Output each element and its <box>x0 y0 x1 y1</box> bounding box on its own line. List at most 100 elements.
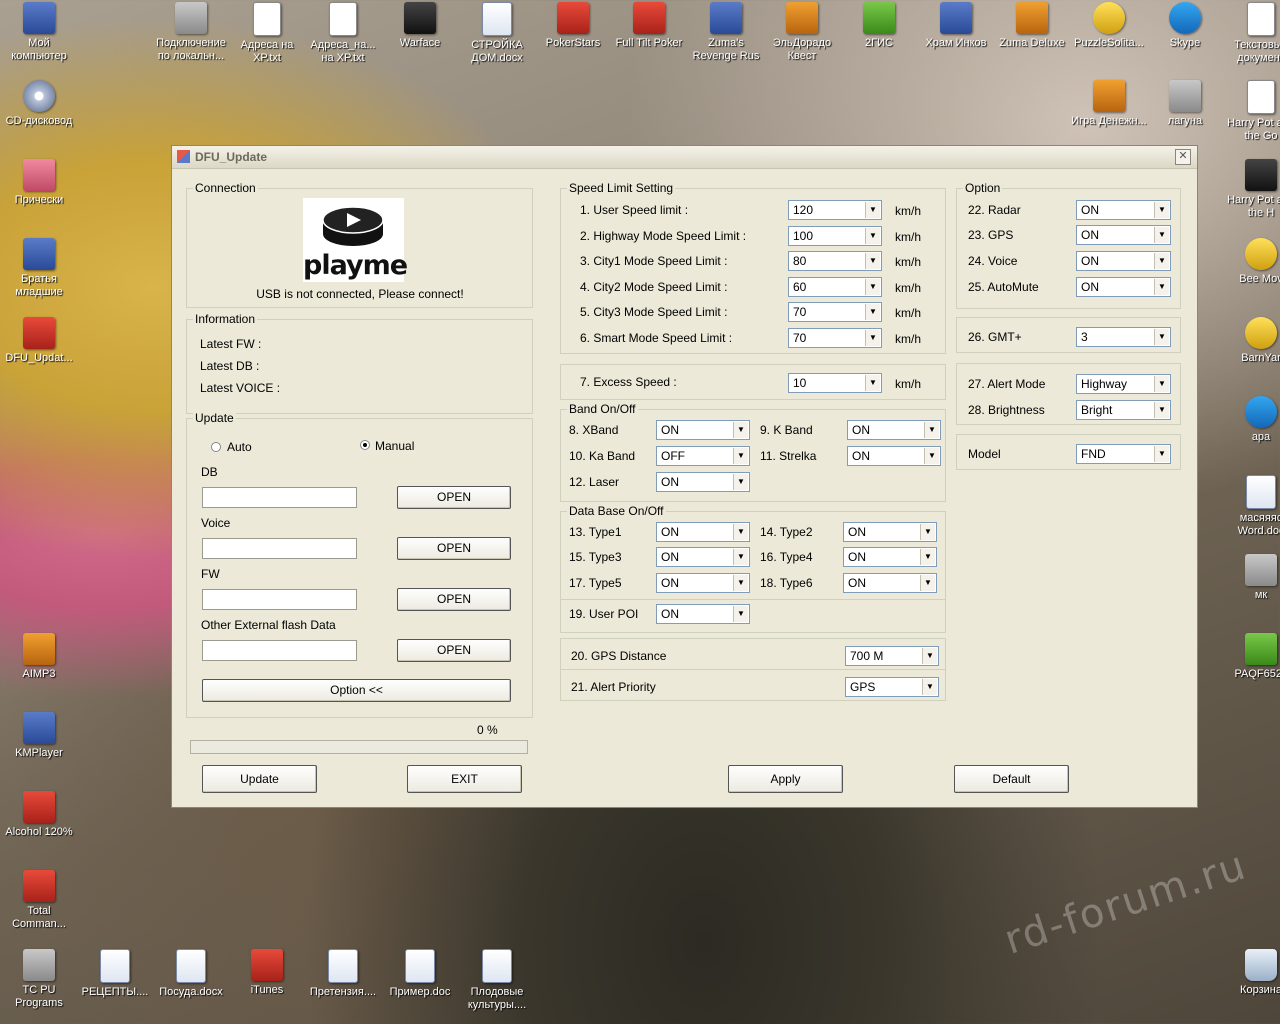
excess-speed-combo[interactable]: 10 ▼ <box>788 373 882 393</box>
desktop-icon[interactable]: Total Comman... <box>0 870 78 931</box>
desktop-icon[interactable]: 2ГИС <box>840 2 918 50</box>
desktop-icon[interactable]: Корзина <box>1222 949 1280 997</box>
option-automute-combo[interactable]: ON ▼ <box>1076 277 1171 297</box>
option-gps-combo[interactable]: ON ▼ <box>1076 225 1171 245</box>
desktop-icon[interactable]: AIMP3 <box>0 633 78 681</box>
desktop-icon[interactable]: apa <box>1222 396 1280 444</box>
speed-row-combo[interactable]: 80 ▼ <box>788 251 882 271</box>
desktop-icon[interactable]: DFU_Updat... <box>0 317 78 365</box>
desktop-icon-image <box>23 949 55 981</box>
band-strelka-combo[interactable]: ON ▼ <box>847 446 941 466</box>
desktop-icon[interactable]: лагуна <box>1146 80 1224 128</box>
desktop-icon[interactable]: PuzzleSolita... <box>1070 2 1148 50</box>
desktop-icon[interactable]: Плодовые культуры.... <box>458 949 536 1012</box>
db-type1-combo[interactable]: ON ▼ <box>656 522 750 542</box>
brightness-combo[interactable]: Bright ▼ <box>1076 400 1171 420</box>
db-type2-combo[interactable]: ON ▼ <box>843 522 937 542</box>
desktop-icon[interactable]: Warface <box>381 2 459 50</box>
desktop-icon[interactable]: Братья младшие <box>0 238 78 299</box>
speed-row-combo[interactable]: 100 ▼ <box>788 225 882 246</box>
desktop-icon[interactable]: Адреса_на... на XP.txt <box>304 2 382 65</box>
desktop-icon[interactable]: Skype <box>1146 2 1224 50</box>
fw-path-input[interactable] <box>202 589 357 610</box>
desktop-icon[interactable]: iTunes <box>228 949 306 997</box>
title-bar[interactable]: DFU_Update ✕ <box>172 146 1197 169</box>
chevron-down-icon: ▼ <box>1154 402 1169 418</box>
db-userpoi-combo[interactable]: ON ▼ <box>656 604 750 624</box>
update-button[interactable]: Update <box>202 765 317 793</box>
gps-distance-combo[interactable]: 700 M ▼ <box>845 646 939 666</box>
desktop-icon[interactable]: Прически <box>0 159 78 207</box>
desktop-icon[interactable]: Храм Инков <box>917 2 995 50</box>
model-combo[interactable]: FND ▼ <box>1076 444 1171 464</box>
alert-priority-combo[interactable]: GPS ▼ <box>845 677 939 697</box>
db-open-button[interactable]: OPEN <box>397 486 511 509</box>
voice-path-input[interactable] <box>202 538 357 559</box>
model-group: Model FND ▼ <box>956 434 1181 470</box>
database-group: Data Base On/Off 13. Type1 ON ▼ 14. Type2 ON… <box>560 504 946 633</box>
band-kaband-combo[interactable]: OFF ▼ <box>656 446 750 466</box>
desktop-icon[interactable]: масяяяс Word.doc <box>1222 475 1280 538</box>
desktop-icon[interactable]: Мой компьютер <box>0 2 78 63</box>
gmt-combo[interactable]: 3 ▼ <box>1076 327 1171 347</box>
option-voice-combo[interactable]: ON ▼ <box>1076 251 1171 271</box>
manual-radio[interactable] <box>360 440 370 450</box>
speed-row-value: 60 <box>793 279 807 294</box>
db-type3-combo[interactable]: ON ▼ <box>656 547 750 567</box>
band-xband-label: 8. XBand <box>569 423 619 437</box>
desktop-icon[interactable]: Пример.doc <box>381 949 459 999</box>
band-laser-combo[interactable]: ON ▼ <box>656 472 750 492</box>
fw-open-button[interactable]: OPEN <box>397 588 511 611</box>
desktop-icon[interactable]: мк <box>1222 554 1280 602</box>
band-xband-combo[interactable]: ON ▼ <box>656 420 750 440</box>
desktop-icon[interactable]: Alcohol 120% <box>0 791 78 839</box>
other-flash-open-button[interactable]: OPEN <box>397 639 511 662</box>
desktop-icon[interactable]: Harry Pot and the H <box>1222 159 1280 220</box>
db-type6-combo[interactable]: ON ▼ <box>843 573 937 593</box>
desktop-icon[interactable]: СТРОЙКА ДОМ.docx <box>458 2 536 65</box>
apply-button[interactable]: Apply <box>728 765 843 793</box>
auto-radio[interactable] <box>211 442 221 452</box>
speed-row-combo[interactable]: 60 ▼ <box>788 276 882 297</box>
desktop-icon[interactable]: Адреса на XP.txt <box>228 2 306 65</box>
speed-row-combo[interactable]: 120 ▼ <box>788 200 882 220</box>
voice-open-button[interactable]: OPEN <box>397 537 511 560</box>
chevron-down-icon: ▼ <box>865 253 880 269</box>
speed-row-combo[interactable]: 70 ▼ <box>788 302 882 322</box>
db-type2-value: ON <box>848 525 866 539</box>
exit-button[interactable]: EXIT <box>407 765 522 793</box>
desktop-icon[interactable]: PAQF652s <box>1222 633 1280 681</box>
desktop-icon[interactable]: TC PU Programs <box>0 949 78 1010</box>
default-button[interactable]: Default <box>954 765 1069 793</box>
band-kband-combo[interactable]: ON ▼ <box>847 420 941 440</box>
desktop-icon[interactable]: CD-дисковод <box>0 80 78 128</box>
desktop-icon[interactable]: Zuma Deluxe <box>993 2 1071 50</box>
desktop-icon-image <box>1245 633 1277 665</box>
desktop-icon[interactable]: Претензия.... <box>304 949 382 999</box>
desktop-icon[interactable]: Harry Pot and the Go <box>1222 80 1280 143</box>
desktop-icon[interactable]: Подключение по локальн... <box>152 2 230 63</box>
desktop-icon[interactable]: Посуда.docx <box>152 949 230 999</box>
db-type4-combo[interactable]: ON ▼ <box>843 547 937 567</box>
desktop-icon[interactable]: ЭльДорадо Квест <box>763 2 841 63</box>
speed-row-combo[interactable]: 70 ▼ <box>788 327 882 348</box>
desktop-icon-label: CD-дисковод <box>5 115 73 127</box>
option-radar-combo[interactable]: ON ▼ <box>1076 200 1171 220</box>
db-path-input[interactable] <box>202 487 357 508</box>
db-type5-combo[interactable]: ON ▼ <box>656 573 750 593</box>
desktop-icon[interactable]: Full Tilt Poker <box>610 2 688 50</box>
speed-limit-group: Speed Limit Setting 1. User Speed limit … <box>560 181 946 354</box>
desktop-icon[interactable]: Игра Денежн... <box>1070 80 1148 128</box>
other-flash-path-input[interactable] <box>202 640 357 661</box>
desktop-icon[interactable]: Текстовый документ <box>1222 2 1280 65</box>
desktop-icon[interactable]: PokerStars <box>534 2 612 50</box>
close-button[interactable]: ✕ <box>1175 149 1191 165</box>
desktop-icon[interactable]: BarnYar <box>1222 317 1280 365</box>
desktop-icon[interactable]: РЕЦЕПТЫ.... <box>76 949 154 999</box>
desktop-icon[interactable]: Bee Mov <box>1222 238 1280 286</box>
desktop-icon[interactable]: KMPlayer <box>0 712 78 760</box>
desktop-icon-label: DFU_Updat... <box>5 352 73 364</box>
desktop-icon[interactable]: Zuma's Revenge Rus <box>687 2 765 63</box>
alert-mode-combo[interactable]: Highway ▼ <box>1076 374 1171 394</box>
option-toggle-button[interactable]: Option << <box>202 679 511 702</box>
